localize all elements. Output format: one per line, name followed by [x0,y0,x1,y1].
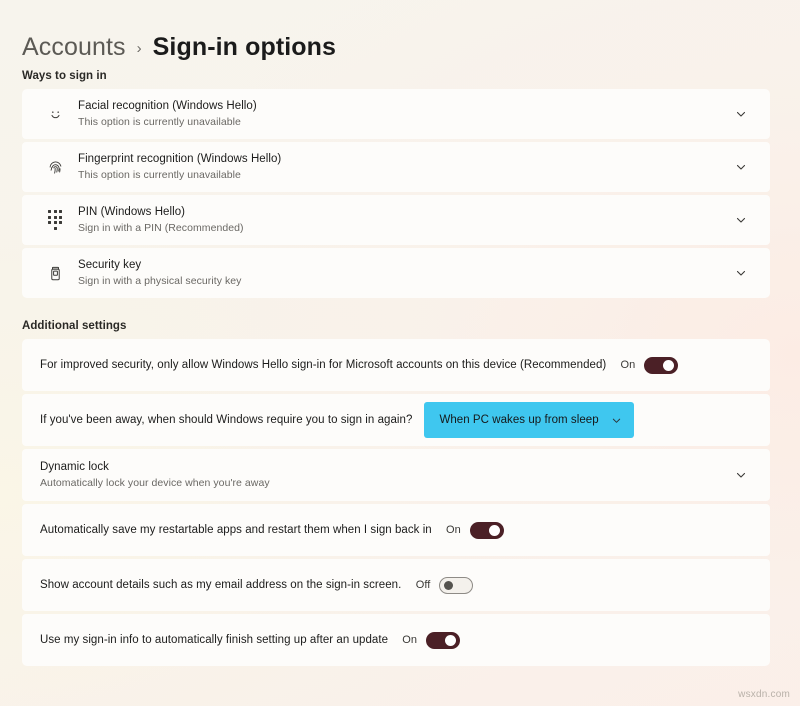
watermark: wsxdn.com [738,689,790,700]
setting-title: Dynamic lock [40,460,718,475]
setting-row-restartable-apps[interactable]: Automatically save my restartable apps a… [22,504,770,556]
breadcrumb-separator-icon: › [136,40,143,57]
dropdown-require-signin[interactable]: When PC wakes up from sleep [424,402,633,438]
setting-row-dynamic-lock[interactable]: Dynamic lock Automatically lock your dev… [22,449,770,501]
setting-label: For improved security, only allow Window… [40,359,606,371]
toggle-control[interactable]: Off [413,577,473,594]
setting-label: Automatically save my restartable apps a… [40,524,432,536]
signin-option-text: PIN (Windows Hello) Sign in with a PIN (… [78,205,718,235]
chevron-down-icon[interactable] [728,101,754,127]
signin-option-pin[interactable]: PIN (Windows Hello) Sign in with a PIN (… [22,195,770,245]
signin-option-fingerprint-recognition[interactable]: Fingerprint recognition (Windows Hello) … [22,142,770,192]
toggle-switch-restartable-apps[interactable] [470,522,504,539]
chevron-down-icon[interactable] [728,207,754,233]
setting-row-require-signin[interactable]: If you've been away, when should Windows… [22,394,770,446]
option-subtitle: This option is currently unavailable [78,168,718,182]
dropdown-selected-value: When PC wakes up from sleep [439,414,598,426]
signin-option-text: Security key Sign in with a physical sec… [78,258,718,288]
toggle-state-label: On [444,524,461,536]
option-title: Facial recognition (Windows Hello) [78,99,718,114]
pin-keypad-icon [40,207,70,233]
setting-label: If you've been away, when should Windows… [40,414,412,426]
setting-text: Dynamic lock Automatically lock your dev… [40,460,718,490]
setting-row-finish-setup[interactable]: Use my sign-in info to automatically fin… [22,614,770,666]
setting-subtitle: Automatically lock your device when you'… [40,476,718,490]
toggle-switch-show-account-details[interactable] [439,577,473,594]
section-label-ways-to-sign-in: Ways to sign in [0,70,800,82]
breadcrumb: Accounts › Sign-in options [0,0,800,56]
chevron-down-icon[interactable] [728,154,754,180]
page-title: Sign-in options [153,33,336,62]
additional-settings-group: For improved security, only allow Window… [22,339,770,666]
toggle-switch-windows-hello-only[interactable] [644,357,678,374]
option-subtitle: Sign in with a physical security key [78,274,718,288]
setting-label: Use my sign-in info to automatically fin… [40,634,388,646]
face-recognition-icon [40,101,70,127]
security-key-icon [40,260,70,286]
signin-option-text: Fingerprint recognition (Windows Hello) … [78,152,718,182]
signin-option-text: Facial recognition (Windows Hello) This … [78,99,718,129]
toggle-control[interactable]: On [400,632,460,649]
section-label-additional-settings: Additional settings [0,320,800,332]
ways-to-sign-in-group: Facial recognition (Windows Hello) This … [22,89,770,298]
setting-label: Show account details such as my email ad… [40,579,401,591]
signin-option-facial-recognition[interactable]: Facial recognition (Windows Hello) This … [22,89,770,139]
setting-row-show-account-details[interactable]: Show account details such as my email ad… [22,559,770,611]
toggle-switch-finish-setup[interactable] [426,632,460,649]
option-title: Fingerprint recognition (Windows Hello) [78,152,718,167]
signin-option-security-key[interactable]: Security key Sign in with a physical sec… [22,248,770,298]
chevron-down-icon[interactable] [728,260,754,286]
setting-row-windows-hello-only[interactable]: For improved security, only allow Window… [22,339,770,391]
toggle-state-label: On [618,359,635,371]
settings-page: Accounts › Sign-in options Ways to sign … [0,0,800,706]
toggle-state-label: Off [413,579,430,591]
toggle-state-label: On [400,634,417,646]
toggle-control[interactable]: On [444,522,504,539]
option-title: PIN (Windows Hello) [78,205,718,220]
option-subtitle: This option is currently unavailable [78,115,718,129]
toggle-control[interactable]: On [618,357,678,374]
chevron-down-icon[interactable] [728,462,754,488]
option-subtitle: Sign in with a PIN (Recommended) [78,221,718,235]
chevron-down-icon[interactable] [609,412,625,428]
option-title: Security key [78,258,718,273]
breadcrumb-parent-accounts[interactable]: Accounts [22,33,126,62]
fingerprint-icon [40,154,70,180]
